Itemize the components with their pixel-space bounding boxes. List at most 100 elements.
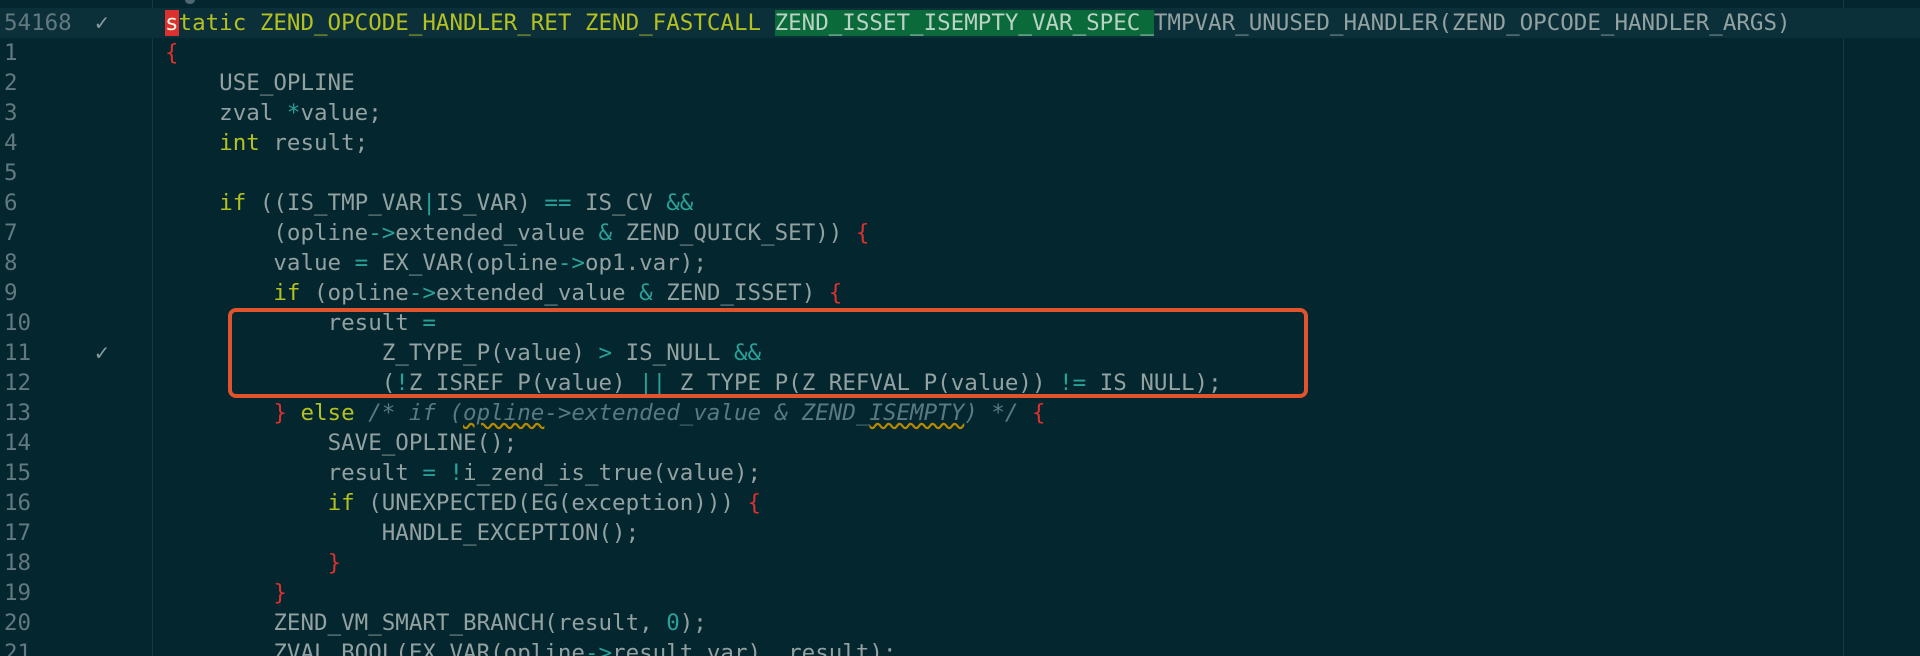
code-line[interactable]: 12 (!Z_ISREF_P(value) || Z_TYPE_P(Z_REFV… (0, 368, 1920, 398)
code-line[interactable]: 16 if (UNEXPECTED(EG(exception))) { (0, 488, 1920, 518)
code-text: } else /* if (opline->extended_value & Z… (165, 398, 1046, 428)
operator: && (733, 340, 762, 366)
code-text: (!Z_ISREF_P(value) || Z_TYPE_P(Z_REFVAL_… (165, 368, 1222, 398)
code-token: ((IS_TMP_VAR (246, 190, 423, 216)
line-number: 21 (4, 640, 32, 656)
code-token: Z_ISREF_P(value) (408, 370, 640, 396)
code-line[interactable]: 13 } else /* if (opline->extended_value … (0, 398, 1920, 428)
code-token: EX_VAR(opline (368, 250, 558, 276)
code-line-signature[interactable]: 54168 ✓ static ZEND_OPCODE_HANDLER_RET Z… (0, 8, 1920, 38)
code-token: extended_value (395, 220, 599, 246)
brace: { (1031, 400, 1046, 426)
operator: || (639, 370, 667, 396)
code-text: ZVAL_BOOL(EX_VAR(opline->result.var), re… (165, 638, 896, 656)
code-token: extended_value (435, 280, 640, 306)
code-line[interactable]: 14 SAVE_OPLINE(); (0, 428, 1920, 458)
keyword: if (219, 190, 247, 216)
line-number: 2 (4, 70, 18, 96)
code-line[interactable]: 10 result = (0, 308, 1920, 338)
line-number: 3 (4, 100, 18, 126)
comment: /* if ( (354, 400, 464, 426)
code-token: SAVE_OPLINE(); (327, 430, 518, 456)
code-text: USE_OPLINE (165, 70, 355, 96)
code-token: i_zend_is_true(value); (463, 460, 762, 486)
text-cursor: s (165, 10, 179, 36)
line-number: 19 (4, 580, 32, 606)
brace: { (828, 280, 843, 306)
operator: != (1059, 370, 1087, 396)
line-number: 20 (4, 610, 32, 636)
code-token: (UNEXPECTED(EG(exception))) (354, 490, 748, 516)
operator: -> (557, 250, 585, 276)
code-editor[interactable]: 54168 ✓ static ZEND_OPCODE_HANDLER_RET Z… (0, 0, 1920, 656)
operator: = (422, 460, 436, 486)
line-number: 11 (4, 340, 32, 366)
line-number: 18 (4, 550, 32, 576)
code-line[interactable]: 2 USE_OPLINE (0, 68, 1920, 98)
code-text: result = (165, 308, 436, 338)
code-token: ZEND_QUICK_SET)) (612, 220, 856, 246)
code-text: static ZEND_OPCODE_HANDLER_RET ZEND_FAST… (165, 8, 1791, 38)
keyword: if (327, 490, 355, 516)
code-text: zval *value; (165, 98, 382, 128)
code-line[interactable]: 1 { (0, 38, 1920, 68)
code-line[interactable]: 19 } (0, 578, 1920, 608)
line-number: 6 (4, 190, 18, 216)
line-number: 8 (4, 250, 18, 276)
code-text: if ((IS_TMP_VAR|IS_VAR) == IS_CV && (165, 188, 693, 218)
code-text: ZEND_VM_SMART_BRANCH(result, 0); (165, 608, 706, 638)
code-line[interactable]: 5 (0, 158, 1920, 188)
line-number: 9 (4, 280, 18, 306)
code-line[interactable]: 6 if ((IS_TMP_VAR|IS_VAR) == IS_CV && (0, 188, 1920, 218)
code-token: value; (300, 100, 382, 126)
scroll-indicator-dot (185, 0, 195, 4)
code-line[interactable]: 15 result = !i_zend_is_true(value); (0, 458, 1920, 488)
code-text: int result; (165, 128, 368, 158)
code-line[interactable]: 11 ✓ Z_TYPE_P(value) > IS_NULL && (0, 338, 1920, 368)
code-line[interactable]: 8 value = EX_VAR(opline->op1.var); (0, 248, 1920, 278)
code-text: HANDLE_EXCEPTION(); (165, 518, 639, 548)
code-line[interactable]: 17 HANDLE_EXCEPTION(); (0, 518, 1920, 548)
line-number: 16 (4, 490, 32, 516)
operator: -> (368, 220, 396, 246)
line-number: 4 (4, 130, 18, 156)
search-highlight: ZEND_ISSET_ISEMPTY_VAR_SPEC_ (774, 10, 1154, 36)
code-token: Z_TYPE_P(value) (381, 340, 599, 366)
code-token: zval (165, 100, 287, 126)
line-number: 7 (4, 220, 18, 246)
operator: > (598, 340, 613, 366)
line-number: 13 (4, 400, 32, 426)
line-number: 54168 (4, 10, 72, 36)
comment: ) */ (964, 400, 1032, 426)
brace: { (747, 490, 762, 516)
code-text: { (165, 38, 179, 68)
checkmark-icon: ✓ (95, 10, 109, 36)
operator: -> (408, 280, 436, 306)
operator: ! (395, 370, 409, 396)
code-token: ( (381, 370, 396, 396)
code-line[interactable]: 18 } (0, 548, 1920, 578)
operator: & (598, 220, 613, 246)
code-text: if (UNEXPECTED(EG(exception))) { (165, 488, 761, 518)
brace: } (327, 550, 342, 576)
line-number: 17 (4, 520, 32, 546)
code-line[interactable]: 21 ZVAL_BOOL(EX_VAR(opline->result.var),… (0, 638, 1920, 656)
brace: } (273, 580, 287, 606)
code-line[interactable]: 7 (opline->extended_value & ZEND_QUICK_S… (0, 218, 1920, 248)
operator: = (422, 310, 436, 336)
line-number: 5 (4, 160, 18, 186)
code-token: ZEND_ISSET) (652, 280, 829, 306)
operator: * (286, 100, 301, 126)
code-text: value = EX_VAR(opline->op1.var); (165, 248, 707, 278)
operator: && (666, 190, 694, 216)
spellcheck-squiggle: ISEMPTY (869, 400, 965, 426)
spellcheck-squiggle: opline (463, 400, 545, 426)
code-line[interactable]: 3 zval *value; (0, 98, 1920, 128)
line-number: 1 (4, 40, 18, 66)
code-line[interactable]: 9 if (opline->extended_value & ZEND_ISSE… (0, 278, 1920, 308)
code-line[interactable]: 4 int result; (0, 128, 1920, 158)
code-text: } (165, 548, 342, 578)
brace: { (855, 220, 870, 246)
code-line[interactable]: 20 ZEND_VM_SMART_BRANCH(result, 0); (0, 608, 1920, 638)
line-number: 12 (4, 370, 32, 396)
